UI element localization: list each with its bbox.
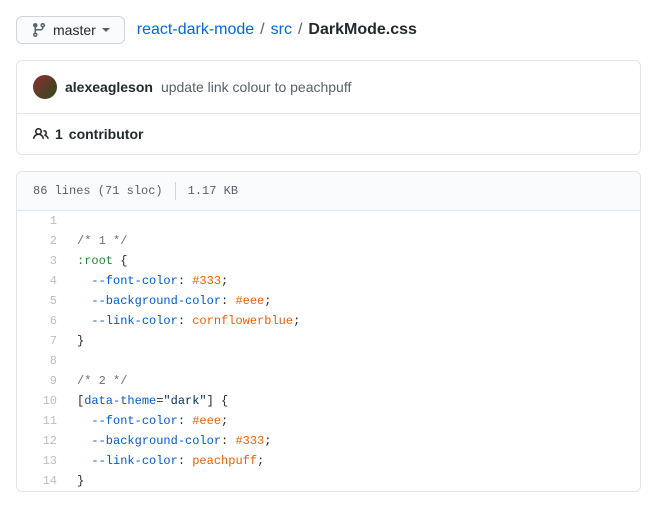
- breadcrumb: react-dark-mode / src / DarkMode.css: [137, 21, 417, 39]
- line-content: --link-color: peachpuff;: [67, 451, 640, 471]
- line-number[interactable]: 3: [17, 251, 67, 271]
- line-content: [67, 351, 640, 371]
- line-content: :root {: [67, 251, 640, 271]
- line-content: }: [67, 331, 640, 351]
- file-box: 86 lines (71 sloc) 1.17 KB 12/* 1 */3:ro…: [16, 171, 641, 492]
- code-line: 2/* 1 */: [17, 231, 640, 251]
- branch-select-button[interactable]: master: [16, 16, 125, 44]
- chevron-down-icon: [102, 28, 110, 32]
- file-header: 86 lines (71 sloc) 1.17 KB: [17, 172, 640, 211]
- contributor-count: 1: [55, 126, 63, 142]
- line-content: }: [67, 471, 640, 491]
- line-number[interactable]: 6: [17, 311, 67, 331]
- file-nav-row: master react-dark-mode / src / DarkMode.…: [16, 16, 641, 44]
- breadcrumb-folder[interactable]: src: [271, 21, 292, 39]
- code-line: 13 --link-color: peachpuff;: [17, 451, 640, 471]
- line-number[interactable]: 10: [17, 391, 67, 411]
- line-number[interactable]: 5: [17, 291, 67, 311]
- line-content: --font-color: #333;: [67, 271, 640, 291]
- code-line: 10[data-theme="dark"] {: [17, 391, 640, 411]
- line-number[interactable]: 11: [17, 411, 67, 431]
- branch-name: master: [53, 22, 96, 38]
- line-content: /* 1 */: [67, 231, 640, 251]
- line-content: /* 2 */: [67, 371, 640, 391]
- code-line: 6 --link-color: cornflowerblue;: [17, 311, 640, 331]
- line-number[interactable]: 14: [17, 471, 67, 491]
- line-number[interactable]: 9: [17, 371, 67, 391]
- line-content: --background-color: #eee;: [67, 291, 640, 311]
- contributors-row: 1 contributor: [17, 114, 640, 154]
- divider: [175, 182, 176, 200]
- line-content: --link-color: cornflowerblue;: [67, 311, 640, 331]
- line-content: --font-color: #eee;: [67, 411, 640, 431]
- avatar[interactable]: [33, 75, 57, 99]
- line-content: [67, 211, 640, 231]
- line-number[interactable]: 7: [17, 331, 67, 351]
- code-line: 3:root {: [17, 251, 640, 271]
- code-table: 12/* 1 */3:root {4 --font-color: #333;5 …: [17, 211, 640, 491]
- file-lines: 86 lines (71 sloc): [33, 184, 163, 198]
- commit-box: alexeagleson update link colour to peach…: [16, 60, 641, 155]
- line-number[interactable]: 2: [17, 231, 67, 251]
- people-icon: [33, 126, 49, 142]
- line-number[interactable]: 1: [17, 211, 67, 231]
- line-content: [data-theme="dark"] {: [67, 391, 640, 411]
- code-line: 7}: [17, 331, 640, 351]
- breadcrumb-repo[interactable]: react-dark-mode: [137, 21, 254, 39]
- code-line: 14}: [17, 471, 640, 491]
- breadcrumb-file: DarkMode.css: [308, 21, 417, 39]
- code-line: 12 --background-color: #333;: [17, 431, 640, 451]
- code-line: 11 --font-color: #eee;: [17, 411, 640, 431]
- line-number[interactable]: 13: [17, 451, 67, 471]
- code-line: 4 --font-color: #333;: [17, 271, 640, 291]
- git-branch-icon: [31, 22, 47, 38]
- contributor-label: contributor: [69, 126, 144, 142]
- line-content: --background-color: #333;: [67, 431, 640, 451]
- code-line: 8: [17, 351, 640, 371]
- file-size: 1.17 KB: [188, 184, 238, 198]
- commit-author[interactable]: alexeagleson: [65, 79, 153, 95]
- breadcrumb-sep: /: [260, 21, 264, 39]
- line-number[interactable]: 12: [17, 431, 67, 451]
- breadcrumb-sep: /: [298, 21, 302, 39]
- code-line: 1: [17, 211, 640, 231]
- line-number[interactable]: 8: [17, 351, 67, 371]
- commit-header: alexeagleson update link colour to peach…: [17, 61, 640, 114]
- line-number[interactable]: 4: [17, 271, 67, 291]
- commit-message[interactable]: update link colour to peachpuff: [161, 79, 351, 95]
- code-line: 9/* 2 */: [17, 371, 640, 391]
- code-line: 5 --background-color: #eee;: [17, 291, 640, 311]
